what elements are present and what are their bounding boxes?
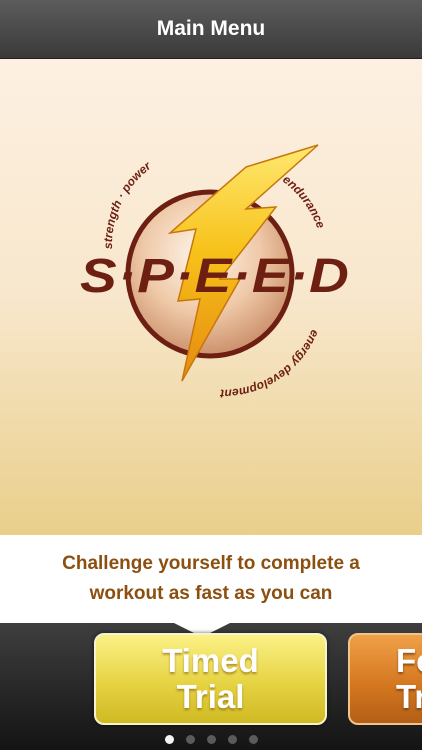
next-mode-label-line2: Tr: [396, 678, 422, 715]
timed-trial-label-line2: Trial: [176, 678, 245, 715]
timed-trial-button[interactable]: Timed Trial: [94, 633, 327, 725]
timed-trial-label: Timed Trial: [96, 635, 325, 723]
page-dot[interactable]: [185, 735, 195, 744]
navigation-bar: Main Menu: [0, 0, 422, 59]
hero-banner: strength · power endurance energy develo…: [0, 59, 422, 535]
page-dot[interactable]: [206, 735, 216, 744]
mode-description-text: Challenge yourself to complete a workout…: [62, 553, 360, 604]
speed-logo: strength · power endurance energy develo…: [80, 144, 350, 401]
page-dot[interactable]: [227, 735, 237, 744]
page-title: Main Menu: [156, 17, 266, 40]
page-indicator[interactable]: [0, 735, 422, 747]
next-mode-button[interactable]: Fo Tr: [348, 633, 422, 725]
logo-arc-right: endurance: [280, 172, 328, 230]
next-mode-label-line1: Fo: [396, 642, 422, 679]
next-mode-label: Fo Tr: [350, 635, 422, 723]
timed-trial-label-line1: Timed: [162, 642, 259, 679]
logo-wordmark: S·P·E·E·D: [80, 250, 350, 303]
mode-description: Challenge yourself to complete a workout…: [0, 535, 422, 623]
page-dot-active[interactable]: [164, 735, 174, 744]
page-dot[interactable]: [248, 735, 258, 744]
